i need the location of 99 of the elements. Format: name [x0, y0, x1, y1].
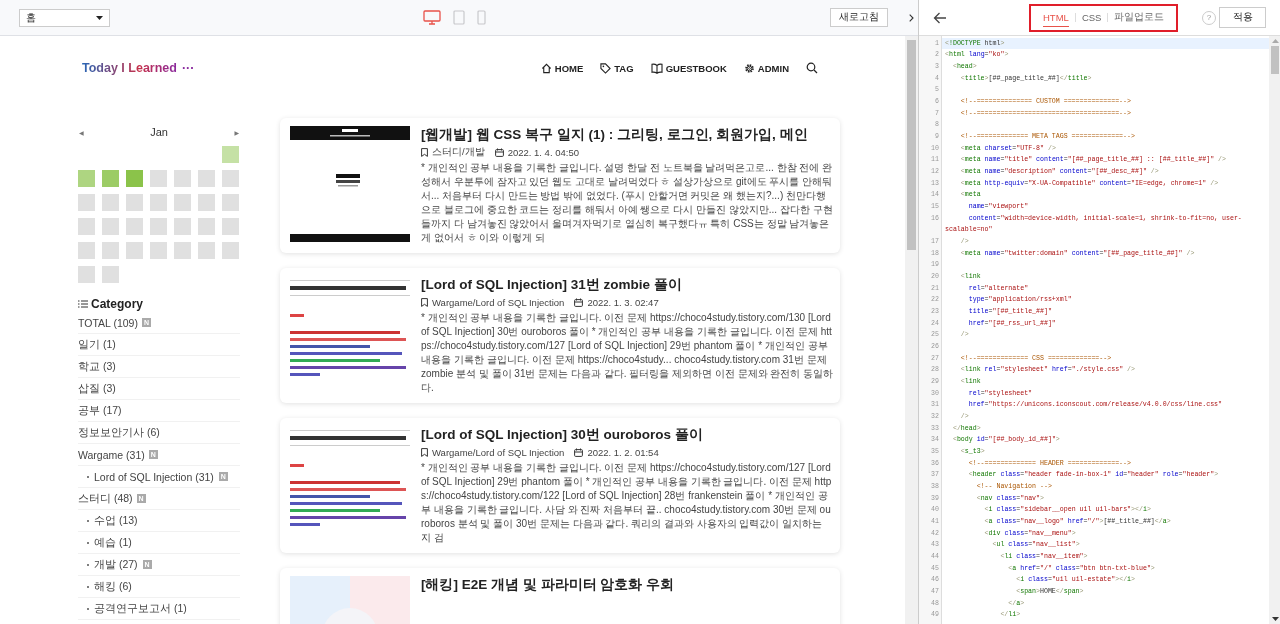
refresh-button[interactable]: 새로고침	[830, 8, 888, 27]
post-excerpt: * 개인적인 공부 내용을 기록한 글입니다. 이전 문제 https://choco4study.tistory.com/127 [Lord of SQL Injection] 29번 phantom 풀이 * 개인적인 공부 내용을 기록한 글입니다. 이전 문제 https://choco4study.tistory.com/122 [Lord of SQL Injection] 28번 frankenstein 풀이 * 개인적인 공부 내용을 기록한 글입니다. 사담 와 진짜 처음부터 끝.. choco4study.tistory.com 30번 문제 ouroboros 분석 및 풀이 30번 문제는 다음과 같다. 쿼리의 결과와 사용자의 입력값이 일치하는 지 검	[421, 461, 833, 545]
calendar-day[interactable]	[126, 194, 143, 211]
post-category[interactable]: Wargame/Lord of SQL Injection	[432, 447, 565, 458]
calendar-day[interactable]	[174, 194, 191, 211]
category-link[interactable]: TOTAL (109)	[78, 316, 138, 329]
calendar-day[interactable]	[222, 146, 239, 163]
calendar-day[interactable]	[126, 170, 143, 187]
category-link[interactable]: 정보보안기사 (6)	[78, 425, 160, 440]
bookmark-icon	[421, 298, 428, 307]
desktop-view-button[interactable]	[423, 10, 441, 25]
calendar-day[interactable]	[222, 170, 239, 187]
calendar-day[interactable]	[78, 194, 95, 211]
list-icon	[78, 300, 88, 308]
post-title[interactable]: [Lord of SQL Injection] 30번 ouroboros 풀이	[421, 426, 834, 444]
post-excerpt: * 개인적인 공부 내용을 기록한 글입니다. 설명 한달 전 노트북을 날려먹은고로... 한참 전에 완성해서 우분투에 잠자고 있던 웹도 고대로 날려먹었다 ㅎ 설상가상으로 git에도 푸시를 안해둬서... 처음부터 다시 만드는 방법 밖에 없었다. (푸시 안할거면 커밋은 왜 했는지?...) 천만다행으로 블로그에 중요한 코드는 정리를 해둬서 아예 쌩으로 다시 만들진 않았지만... 잡다한 구현들까지 다 남겨놓진 않았어서 울며겨자먹기로 열심히 복구했다ㅠ 특히 CSS는 정말 남겨놓은게 없어서 ㅎ 이와 이렇게 되	[421, 161, 834, 245]
post-category[interactable]: Wargame/Lord of SQL Injection	[432, 297, 565, 308]
category-link[interactable]: 삽질 (3)	[78, 381, 116, 396]
post-title[interactable]: [웹개발] 웹 CSS 복구 일지 (1) : 그리팅, 로그인, 회원가입, 메인	[421, 126, 834, 144]
category-link[interactable]: 공부 (17)	[78, 403, 122, 418]
scroll-down-icon[interactable]	[1271, 617, 1279, 621]
blog-logo[interactable]: Today I Learned	[82, 61, 177, 75]
post-card[interactable]	[280, 118, 840, 253]
category-link[interactable]: 수업 (13)	[94, 513, 138, 528]
editor-tab[interactable]: HTML	[1043, 8, 1069, 27]
mobile-view-button[interactable]	[477, 10, 486, 25]
nav-link[interactable]: GUESTBOOK	[650, 62, 727, 74]
house-icon	[540, 62, 552, 74]
page-select[interactable]: 홈	[19, 8, 110, 27]
post-title[interactable]: [해킹] E2E 개념 및 파라미터 암호화 우회	[421, 576, 834, 594]
nav-link[interactable]: ADMIN	[743, 62, 789, 74]
calendar-day[interactable]	[198, 194, 215, 211]
post-title[interactable]: [Lord of SQL Injection] 31번 zombie 풀이	[421, 276, 834, 294]
calendar-day[interactable]	[102, 266, 119, 283]
calendar-day[interactable]	[222, 218, 239, 235]
category-link[interactable]: Wargame (31)	[78, 448, 145, 461]
calendar-day[interactable]	[78, 242, 95, 259]
calendar-day[interactable]	[198, 170, 215, 187]
calendar-month: Jan	[150, 126, 168, 138]
calendar-day[interactable]	[150, 170, 167, 187]
category-link[interactable]: 해킹 (6)	[94, 579, 132, 594]
post-card[interactable]	[280, 268, 840, 403]
post-card[interactable]	[280, 418, 840, 553]
calendar-day[interactable]	[150, 194, 167, 211]
scroll-up-icon[interactable]	[1271, 39, 1279, 43]
calendar-day[interactable]	[102, 170, 119, 187]
calendar-day[interactable]	[102, 194, 119, 211]
editor-tab[interactable]: CSS	[1081, 9, 1102, 26]
search-icon[interactable]	[806, 62, 818, 74]
calendar-day[interactable]	[126, 242, 143, 259]
nav-link[interactable]: HOME	[540, 62, 584, 74]
calendar-day[interactable]	[150, 242, 167, 259]
calendar-day[interactable]	[174, 242, 191, 259]
category-link[interactable]: 일기 (1)	[78, 337, 116, 352]
calendar-icon	[494, 148, 504, 157]
more-dots[interactable]: ···	[181, 61, 195, 75]
calendar-day[interactable]	[222, 242, 239, 259]
category-link[interactable]: Lord of SQL Injection (31)	[94, 470, 214, 483]
apply-button[interactable]: 적용	[1219, 7, 1266, 28]
nav-link[interactable]: TAG	[600, 62, 634, 74]
calendar-day[interactable]	[78, 170, 95, 187]
tag-icon	[600, 62, 612, 74]
calendar-day[interactable]	[174, 218, 191, 235]
category-link[interactable]: 개발 (27)	[94, 557, 138, 572]
calendar-day[interactable]	[102, 218, 119, 235]
calendar-icon	[574, 298, 584, 307]
tablet-view-button[interactable]	[453, 10, 465, 25]
calendar-day[interactable]	[126, 218, 143, 235]
calendar-day[interactable]	[198, 242, 215, 259]
bookmark-icon	[421, 448, 428, 457]
category-heading: Category	[91, 297, 143, 311]
post-excerpt: * 개인적인 공부 내용을 기록한 글입니다. 이전 문제 https://choco4study.tistory.com/130 [Lord of SQL Injection] 30번 ouroboros 풀이 * 개인적인 공부 내용을 기록한 글입니다. 이전 문제 https://choco4study.tistory.com/127 [Lord of SQL Injection] 29번 phantom 풀이 * 개인적인 공부 내용을 기록한 글입니다. 이전 문제 https://choco4study... choco4study.tistory.com 31번 문제 zombie 분석 및 풀이 31번 문제는 다음과 같다. 필터링을 제외하면 이전 문제와 완전히 동일하다.	[421, 311, 834, 395]
gear-icon	[743, 62, 755, 74]
scrollbar-thumb[interactable]	[1271, 46, 1279, 74]
category-link[interactable]: 스터디 (48)	[78, 491, 133, 506]
category-link[interactable]: 공격연구보고서 (1)	[94, 601, 187, 616]
calendar-day[interactable]	[174, 170, 191, 187]
caret-icon	[96, 15, 103, 20]
collapse-button[interactable]	[905, 0, 918, 36]
post-date: 2022. 1. 2. 01:54	[587, 447, 659, 458]
calendar-day[interactable]	[102, 242, 119, 259]
editor-tab[interactable]: 파일업로드	[1114, 8, 1165, 27]
calendar-day[interactable]	[78, 218, 95, 235]
calendar-icon	[574, 448, 584, 457]
post-category[interactable]: 스터디/개발	[432, 146, 485, 159]
scrollbar-thumb[interactable]	[907, 40, 916, 250]
book-icon	[650, 62, 663, 74]
calendar-day[interactable]	[198, 218, 215, 235]
post-card[interactable]: [해킹] E2E 개념 및 파라미터 암호화 우회	[280, 568, 840, 624]
back-arrow-icon[interactable]	[933, 11, 947, 24]
bookmark-icon	[421, 148, 428, 157]
calendar-day[interactable]	[78, 266, 95, 283]
post-date: 2022. 1. 3. 02:47	[587, 297, 659, 308]
category-link[interactable]: 예습 (1)	[94, 535, 132, 550]
calendar-day[interactable]	[150, 218, 167, 235]
category-link[interactable]: 학교 (3)	[78, 359, 116, 374]
chevron-right-icon	[909, 13, 914, 22]
calendar-day[interactable]	[222, 194, 239, 211]
post-date: 2022. 1. 4. 04:50	[507, 147, 579, 158]
